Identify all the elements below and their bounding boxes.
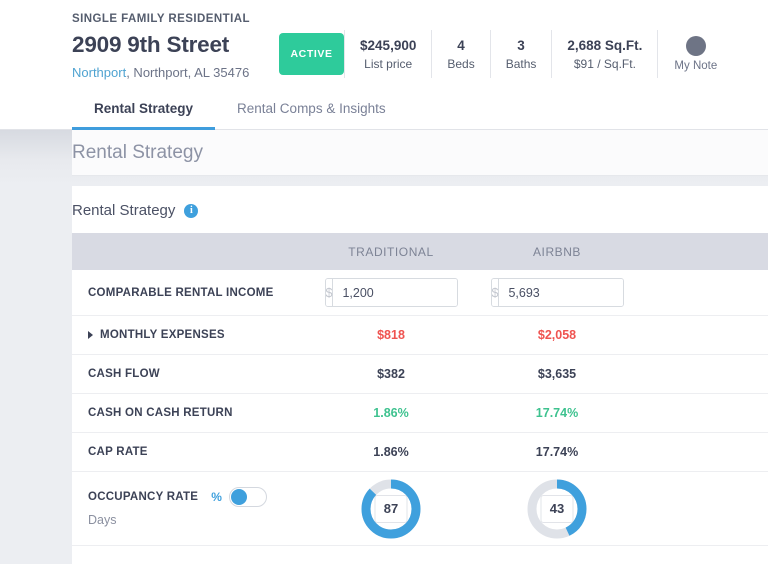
app-page: SINGLE FAMILY RESIDENTIAL 2909 9th Stree…: [0, 0, 768, 564]
traditional-income-input[interactable]: [333, 279, 457, 306]
column-header-airbnb: AIRBNB: [533, 244, 581, 259]
occupancy-title: OCCUPANCY RATE: [88, 490, 199, 503]
stat-label: Beds: [447, 56, 475, 71]
table-row-cash-on-cash-return: CASH ON CASH RETURN 1.86% 17.74%: [72, 394, 768, 433]
airbnb-income-input[interactable]: [499, 279, 623, 306]
property-type-label: SINGLE FAMILY RESIDENTIAL: [72, 13, 251, 25]
traditional-cash-flow: $382: [377, 367, 405, 381]
tab-bar: Rental Strategy Rental Comps & Insights: [0, 88, 768, 130]
stat-label: List price: [364, 56, 413, 71]
property-summary: SINGLE FAMILY RESIDENTIAL 2909 9th Stree…: [72, 8, 250, 82]
airbnb-occupancy-value: 43: [540, 494, 574, 523]
row-label: COMPARABLE RENTAL INCOME: [88, 286, 274, 299]
row-label-text: MONTHLY EXPENSES: [100, 329, 225, 341]
stat-list-price: $245,900 List price: [344, 30, 431, 78]
column-header-traditional: TRADITIONAL: [348, 244, 434, 259]
table-row-cap-rate: CAP RATE 1.86% 17.74%: [72, 433, 768, 472]
currency-prefix-icon: $: [325, 279, 334, 306]
traditional-cap-rate: 1.86%: [373, 445, 409, 459]
page-title-band: Rental Strategy: [0, 130, 768, 186]
airbnb-income-cell: $: [474, 278, 640, 307]
tab-rental-comps-insights[interactable]: Rental Comps & Insights: [215, 88, 408, 129]
stat-value: 4: [457, 37, 465, 53]
airbnb-occupancy-donut-cell: 43: [474, 478, 640, 540]
airbnb-occupancy-donut: 43: [526, 478, 588, 540]
table-header-row: TRADITIONAL AIRBNB: [72, 233, 768, 270]
row-label-cap-rate: CAP RATE: [88, 446, 148, 458]
row-label-cash-flow: CASH FLOW: [88, 368, 160, 380]
toggle-knob: [230, 489, 247, 505]
stat-label: $91 / Sq.Ft.: [573, 56, 636, 71]
traditional-income-cell: $: [308, 278, 474, 307]
traditional-cash-on-cash-return: 1.86%: [373, 406, 409, 420]
stat-label: Baths: [505, 56, 537, 71]
stat-value: 3: [517, 37, 525, 53]
note-avatar-icon: [685, 36, 706, 56]
stat-beds: 4 Beds: [431, 30, 489, 78]
occupancy-unit-toggle[interactable]: [228, 487, 267, 507]
row-label-monthly-expenses[interactable]: MONTHLY EXPENSES: [72, 329, 308, 341]
tab-rental-strategy[interactable]: Rental Strategy: [72, 88, 216, 130]
occupancy-unit-toggle-group[interactable]: %: [211, 486, 267, 507]
stat-square-feet: 2,688 Sq.Ft. $91 / Sq.Ft.: [551, 30, 657, 78]
traditional-occupancy-donut-cell: 87: [308, 478, 474, 540]
stat-value: 2,688 Sq.Ft.: [567, 37, 643, 53]
location-rest: , Northport, AL 35476: [126, 65, 250, 80]
table-row-monthly-expenses[interactable]: MONTHLY EXPENSES $818 $2,058: [72, 316, 768, 355]
stat-baths: 3 Baths: [489, 30, 552, 78]
occupancy-label-group: OCCUPANCY RATE % Days: [72, 486, 308, 531]
table-row-cash-flow: CASH FLOW $382 $3,635: [72, 355, 768, 394]
chevron-right-icon[interactable]: [88, 331, 93, 339]
airbnb-cash-on-cash-return: 17.74%: [535, 406, 579, 420]
my-note-label: My Note: [674, 60, 718, 72]
my-note-button[interactable]: My Note: [657, 30, 717, 78]
row-label-cash-on-cash-return: CASH ON CASH RETURN: [88, 407, 233, 419]
traditional-occupancy-donut: 87: [360, 478, 422, 540]
page-title: Rental Strategy: [72, 141, 203, 163]
airbnb-cap-rate: 17.74%: [535, 445, 579, 459]
table-row-comparable-rental-income: COMPARABLE RENTAL INCOME $ $: [72, 270, 768, 316]
stat-value: $245,900: [360, 37, 417, 53]
table-row-occupancy-rate: OCCUPANCY RATE % Days 87 43: [72, 472, 768, 546]
card-header: Rental Strategy i: [72, 200, 768, 233]
traditional-occupancy-value: 87: [374, 494, 408, 523]
header-stats-bar: ACTIVE $245,900 List price 4 Beds 3 Bath…: [279, 30, 717, 78]
airbnb-cash-flow: $3,635: [537, 367, 577, 381]
occupancy-labels: OCCUPANCY RATE % Days: [88, 486, 267, 531]
occupancy-days-label: Days: [88, 513, 117, 527]
percent-sign-label: %: [211, 490, 222, 504]
airbnb-monthly-expenses: $2,058: [537, 328, 577, 342]
page-title-card: Rental Strategy: [72, 130, 768, 176]
traditional-monthly-expenses: $818: [377, 328, 405, 342]
city-link[interactable]: Northport: [72, 65, 126, 80]
property-address: 2909 9th Street: [72, 32, 230, 57]
airbnb-income-input-group[interactable]: $: [490, 278, 624, 307]
currency-prefix-icon: $: [491, 279, 500, 306]
traditional-income-input-group[interactable]: $: [324, 278, 458, 307]
occupancy-title-row: OCCUPANCY RATE %: [88, 486, 267, 507]
info-icon[interactable]: i: [184, 203, 199, 218]
card-title: Rental Strategy: [72, 202, 176, 219]
property-header: SINGLE FAMILY RESIDENTIAL 2909 9th Stree…: [0, 0, 768, 88]
status-badge: ACTIVE: [279, 33, 345, 75]
property-location: Northport, Northport, AL 35476: [72, 63, 250, 82]
rental-strategy-card: Rental Strategy i TRADITIONAL AIRBNB COM…: [72, 186, 768, 564]
rental-strategy-table: TRADITIONAL AIRBNB COMPARABLE RENTAL INC…: [72, 233, 768, 546]
